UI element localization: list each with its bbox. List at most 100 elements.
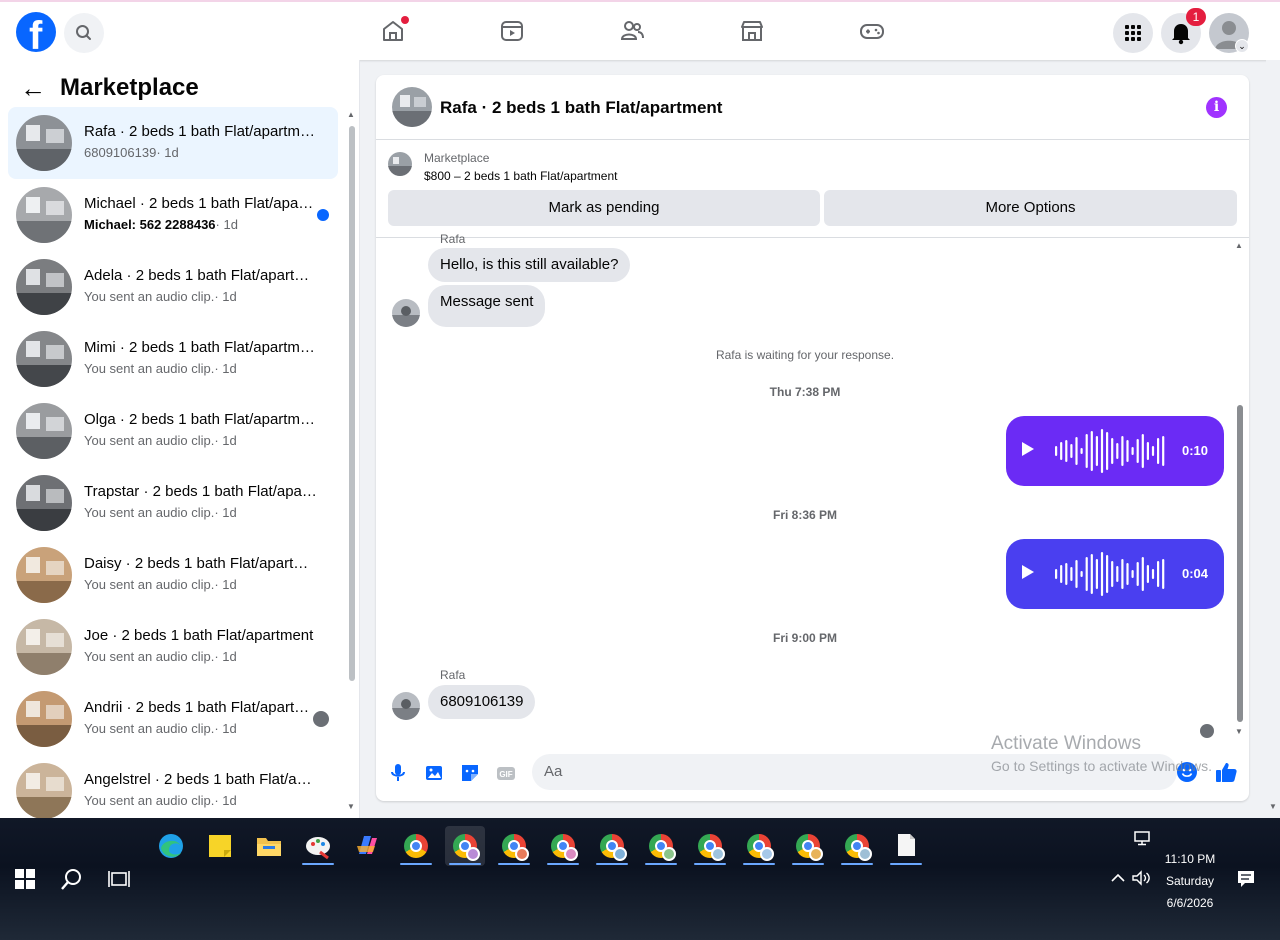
conversation-item[interactable]: Joe · 2 beds 1 bath Flat/apartment You se… — [8, 611, 338, 683]
top-navigation-bar: f 1 ⌄ — [0, 0, 1280, 60]
search-button[interactable] — [64, 13, 104, 53]
conversation-item[interactable]: Rafa · 2 beds 1 bath Flat/apartment 68091… — [8, 107, 338, 179]
gaming-icon[interactable] — [859, 18, 885, 44]
conversation-preview: Michael: 562 2288436· 1d — [84, 217, 318, 232]
windows-start-icon[interactable] — [15, 869, 35, 889]
preview-text: You sent an audio clip. — [84, 289, 215, 304]
waveform-bar — [1121, 436, 1124, 466]
listing-description[interactable]: $800 – 2 beds 1 bath Flat/apartment — [424, 169, 617, 183]
audio-message[interactable]: 0:04 — [1006, 539, 1224, 609]
conversation-name: Olga · 2 beds 1 bath Flat/apartment — [84, 411, 318, 428]
conversation-avatar — [16, 403, 72, 459]
volume-icon[interactable] — [1131, 870, 1151, 886]
task-view-icon[interactable] — [108, 868, 130, 890]
taskbar-edge-icon[interactable] — [151, 826, 191, 866]
conversation-item[interactable]: Angelstrel · 2 beds 1 bath Flat/apartmen… — [8, 755, 338, 827]
chat-header: Rafa · 2 beds 1 bath Flat/apartment i — [376, 75, 1249, 140]
taskbar-chrome-profile-icon[interactable] — [543, 826, 583, 866]
conversation-preview: You sent an audio clip.· 1d — [84, 793, 318, 808]
taskbar-search-icon[interactable] — [60, 867, 84, 891]
taskbar-chrome-profile-icon[interactable] — [837, 826, 877, 866]
preview-time: · 1d — [214, 433, 237, 448]
taskbar-paint-icon[interactable] — [298, 826, 338, 866]
conversation-avatar — [16, 619, 72, 675]
conversation-item[interactable]: Michael · 2 beds 1 bath Flat/apartment Mi… — [8, 179, 338, 251]
audio-message[interactable]: 0:10 — [1006, 416, 1224, 486]
thumbs-up-icon[interactable] — [1214, 761, 1238, 783]
waveform-bar — [1116, 566, 1119, 582]
taskbar-chrome-icon[interactable] — [396, 826, 436, 866]
system-clock[interactable]: 11:10 PM Saturday 6/6/2026 — [1150, 848, 1230, 914]
conversation-item[interactable]: Trapstar · 2 beds 1 bath Flat/apartment Y… — [8, 467, 338, 539]
action-center-icon[interactable] — [1237, 870, 1255, 888]
chat-title[interactable]: Rafa · 2 beds 1 bath Flat/apartment — [440, 98, 722, 118]
waveform-bar — [1157, 438, 1160, 464]
message-bubble[interactable]: Hello, is this still available? — [428, 248, 631, 282]
home-notification-dot — [401, 16, 409, 24]
conversation-item[interactable]: Daisy · 2 beds 1 bath Flat/apartment You … — [8, 539, 338, 611]
info-icon[interactable]: i — [1206, 97, 1227, 118]
facebook-logo[interactable]: f — [16, 12, 56, 58]
listing-thumbnail[interactable] — [388, 152, 412, 176]
conversation-avatar — [16, 331, 72, 387]
play-icon[interactable] — [1022, 442, 1034, 456]
taskbar-document-icon[interactable] — [886, 826, 926, 866]
taskbar-copilot-icon[interactable] — [347, 826, 387, 866]
scroll-down-arrow-icon[interactable]: ▼ — [1235, 727, 1243, 736]
marketplace-icon[interactable] — [739, 18, 765, 44]
notifications-count-badge: 1 — [1186, 8, 1206, 26]
taskbar-chrome-profile-icon[interactable] — [592, 826, 632, 866]
photo-icon[interactable] — [423, 762, 445, 784]
network-icon[interactable] — [1133, 830, 1151, 846]
account-chevron-down-icon[interactable]: ⌄ — [1235, 39, 1249, 53]
microphone-icon[interactable] — [387, 762, 409, 784]
chat-panel: Rafa · 2 beds 1 bath Flat/apartment i Ma… — [376, 75, 1249, 801]
conversation-item[interactable]: Mimi · 2 beds 1 bath Flat/apartment You s… — [8, 323, 338, 395]
chat-listing-avatar[interactable] — [392, 87, 432, 127]
scroll-down-arrow-icon[interactable]: ▼ — [347, 802, 355, 811]
taskbar-file-explorer-icon[interactable] — [249, 826, 289, 866]
conversation-name: Adela · 2 beds 1 bath Flat/apartment — [84, 267, 318, 284]
page-scrollbar[interactable]: ▼ — [1266, 60, 1280, 818]
conversation-item[interactable]: Andrii · 2 beds 1 bath Flat/apartment You… — [8, 683, 338, 755]
chat-scrollbar[interactable] — [1237, 405, 1243, 722]
chevron-up-icon[interactable] — [1111, 872, 1125, 884]
taskbar-chrome-profile-icon[interactable] — [788, 826, 828, 866]
sidebar-scrollbar[interactable] — [349, 126, 355, 681]
marketplace-inbox-sidebar: ← Marketplace Rafa · 2 beds 1 bath Flat/… — [0, 60, 360, 819]
conversation-avatar — [16, 259, 72, 315]
activate-windows-watermark: Activate Windows Go to Settings to activ… — [991, 733, 1212, 774]
taskbar-sticky-notes-icon[interactable] — [200, 826, 240, 866]
conversation-item[interactable]: Adela · 2 beds 1 bath Flat/apartment You … — [8, 251, 338, 323]
scroll-up-arrow-icon[interactable]: ▲ — [347, 110, 355, 119]
taskbar-chrome-profile-icon[interactable] — [739, 826, 779, 866]
running-indicator — [792, 863, 824, 865]
friends-icon[interactable] — [619, 18, 645, 44]
menu-button[interactable] — [1113, 13, 1153, 53]
waveform-bar — [1146, 442, 1149, 460]
timestamp: Fri 8:36 PM — [772, 508, 838, 522]
taskbar-chrome-profile-icon[interactable] — [494, 826, 534, 866]
video-icon[interactable] — [499, 18, 525, 44]
play-icon[interactable] — [1022, 565, 1034, 579]
sticker-icon[interactable] — [459, 762, 481, 784]
running-indicator — [302, 863, 334, 865]
conversation-item[interactable]: Olga · 2 beds 1 bath Flat/apartment You s… — [8, 395, 338, 467]
mark-as-pending-button[interactable]: Mark as pending — [388, 190, 820, 226]
waveform-bar — [1131, 570, 1134, 578]
message-bubble[interactable]: 6809106139 — [428, 685, 536, 719]
waveform-bar — [1080, 571, 1083, 577]
back-arrow-icon[interactable]: ← — [20, 75, 46, 101]
gif-icon[interactable]: GIF — [495, 762, 517, 784]
running-indicator — [694, 863, 726, 865]
scroll-up-arrow-icon[interactable]: ▲ — [1235, 241, 1243, 250]
preview-text: You sent an audio clip. — [84, 793, 215, 808]
message-bubble[interactable]: Message sent — [428, 285, 546, 327]
profile-photo-icon — [392, 299, 420, 327]
taskbar-chrome-profile-icon[interactable] — [690, 826, 730, 866]
taskbar-chrome-profile-icon[interactable] — [641, 826, 681, 866]
more-options-button[interactable]: More Options — [824, 190, 1237, 226]
taskbar-chrome-profile-icon[interactable] — [445, 826, 485, 866]
scroll-down-arrow-icon[interactable]: ▼ — [1269, 802, 1277, 811]
preview-text: Michael: 562 2288436 — [84, 217, 216, 232]
